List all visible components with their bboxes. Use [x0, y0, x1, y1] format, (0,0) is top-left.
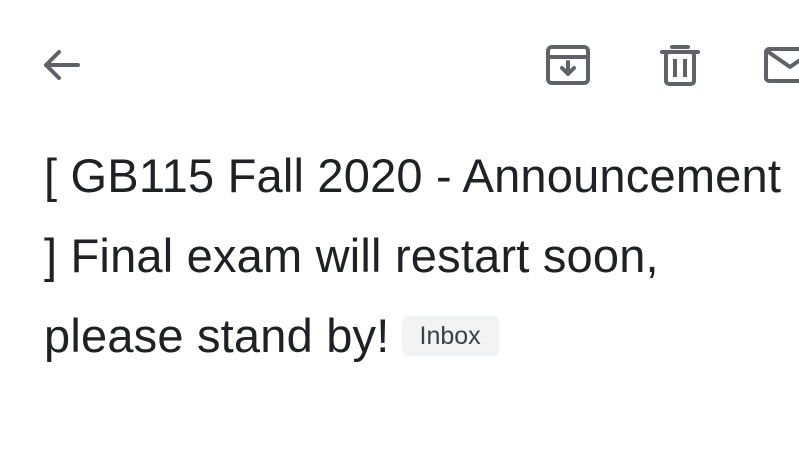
- mark-unread-button[interactable]: [758, 38, 799, 92]
- delete-button[interactable]: [654, 38, 706, 92]
- inbox-label-chip[interactable]: Inbox: [401, 316, 499, 356]
- top-toolbar: [0, 0, 799, 130]
- arrow-back-icon: [44, 50, 80, 80]
- archive-button[interactable]: [540, 38, 596, 92]
- trash-icon: [660, 45, 700, 86]
- email-subject-block: [ GB115 Fall 2020 - Announcement ] Final…: [44, 136, 789, 376]
- back-button[interactable]: [34, 39, 86, 91]
- email-subject: [ GB115 Fall 2020 - Announcement ] Final…: [44, 136, 789, 376]
- archive-icon: [546, 45, 590, 85]
- mail-icon: [764, 47, 799, 83]
